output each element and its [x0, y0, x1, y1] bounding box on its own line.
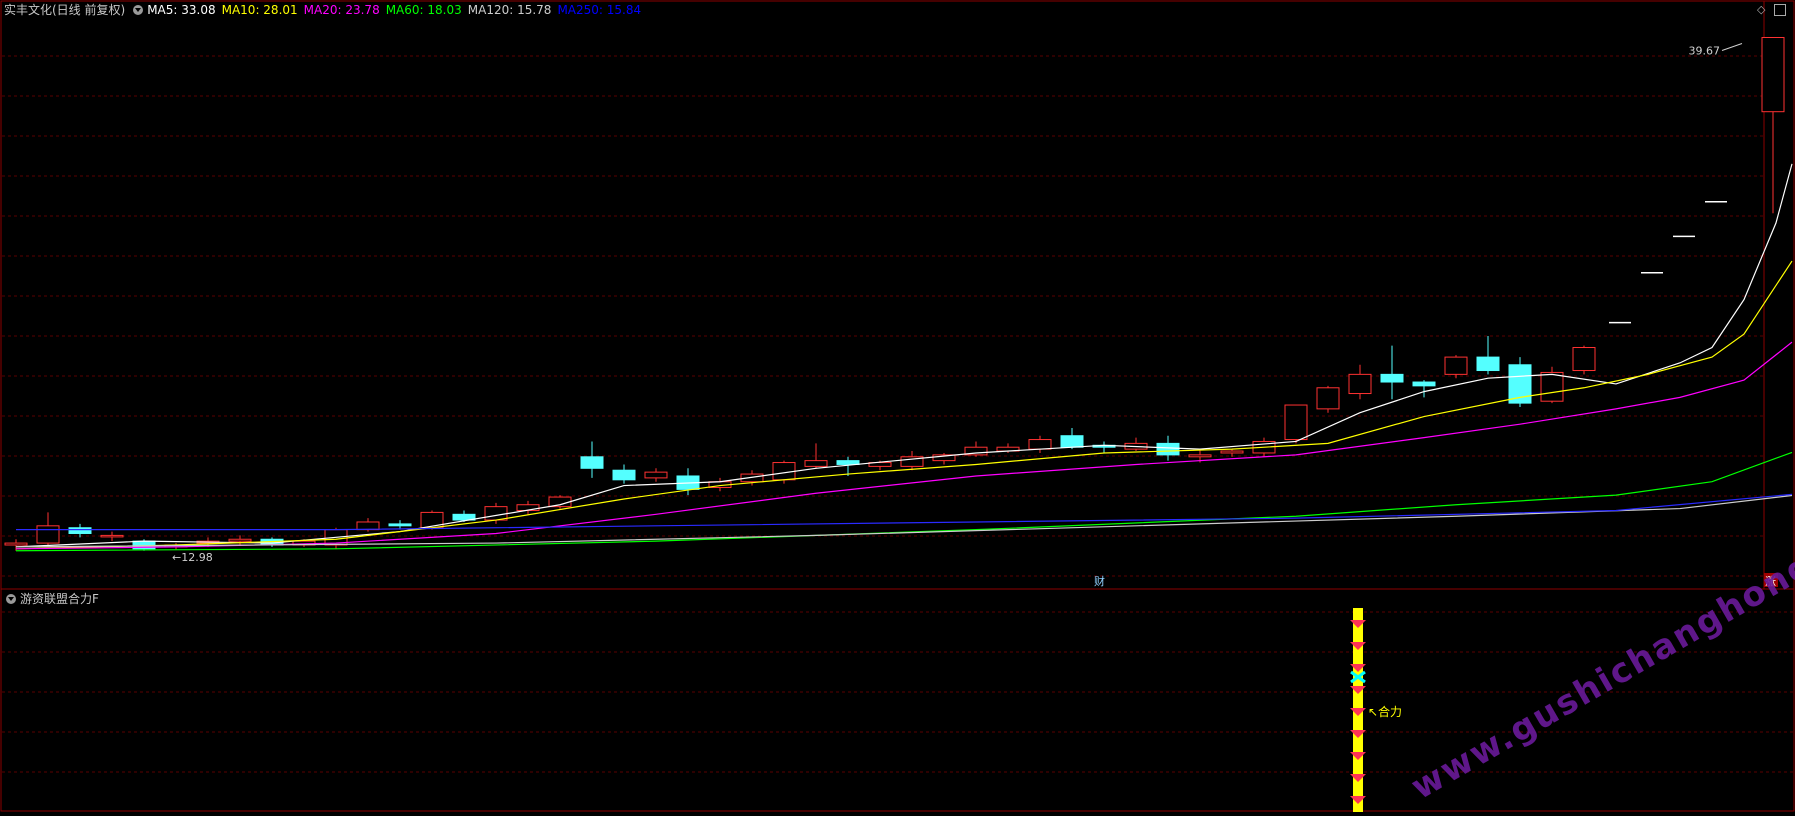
candle-up [1189, 455, 1211, 457]
diamond-icon[interactable]: ◇ [1757, 3, 1765, 16]
candle-up [229, 539, 251, 541]
signal-label: ↖合力 [1368, 704, 1402, 719]
signal-heart-icon [1350, 664, 1366, 672]
dropdown-icon[interactable] [133, 5, 143, 15]
candle-up [1573, 348, 1595, 371]
signal-heart-icon [1350, 774, 1366, 782]
signal-heart-icon [1350, 730, 1366, 738]
signal-heart-icon [1350, 686, 1366, 694]
candle-up [1445, 357, 1467, 374]
sub-panel-header: 游资联盟合力F [4, 590, 99, 607]
candle-up [357, 522, 379, 530]
candle-up [1317, 388, 1339, 409]
candle-up [1221, 451, 1243, 453]
high-arrow [1722, 43, 1742, 50]
ma-line-ma250 [16, 494, 1792, 529]
sub-panel-title: 游资联盟合力F [20, 592, 99, 606]
candle-up [101, 535, 123, 537]
candle-up [1029, 440, 1051, 450]
high-price-label: 39.67 [1689, 44, 1721, 57]
chart-stage: 39.67←12.98财涨↖合力www.gushichanghong.com [0, 0, 1795, 812]
candle-down [613, 470, 635, 480]
candle-up [1541, 372, 1563, 401]
candle-down [1061, 436, 1083, 448]
chart-header: 实丰文化(日线 前复权) MA5: 33.08 MA10: 28.01 MA20: 2… [4, 1, 647, 18]
candle-down [1381, 374, 1403, 382]
ma-line-ma5 [16, 164, 1792, 547]
stock-title: 实丰文化(日线 前复权) [4, 3, 125, 17]
candle-down [389, 524, 411, 526]
signal-heart-icon [1350, 752, 1366, 760]
ma-line-ma10 [16, 261, 1792, 549]
finance-marker: 财 [1094, 574, 1105, 588]
signal-heart-icon [1350, 796, 1366, 804]
ma10-label: MA10: 28.01 [222, 3, 298, 17]
candle-up [485, 507, 507, 520]
candle-down [581, 457, 603, 469]
watermark: www.gushichanghong.com [1405, 494, 1795, 807]
candle-up [1762, 37, 1784, 111]
maximize-icon[interactable] [1774, 4, 1786, 16]
candle-up [645, 472, 667, 478]
sub-dropdown-icon[interactable] [6, 594, 16, 604]
ma250-label: MA250: 15.84 [557, 3, 641, 17]
signal-heart-icon [1350, 708, 1366, 716]
signal-heart-icon [1350, 620, 1366, 628]
ma20-label: MA20: 23.78 [304, 3, 380, 17]
candle-up [1285, 405, 1307, 440]
candle-down [837, 461, 859, 465]
candle-down [1413, 382, 1435, 386]
price-chart[interactable]: 39.67←12.98财涨↖合力www.gushichanghong.com [0, 0, 1795, 812]
ma60-label: MA60: 18.03 [386, 3, 462, 17]
signal-heart-icon [1350, 642, 1366, 650]
candle-down [69, 528, 91, 534]
ma5-label: MA5: 33.08 [147, 3, 215, 17]
chart-frame [1, 1, 1794, 811]
candle-up [37, 526, 59, 543]
candle-up [805, 461, 827, 467]
candle-down [1477, 357, 1499, 370]
ma120-label: MA120: 15.78 [468, 3, 552, 17]
candle-up [5, 543, 27, 545]
candle-up [1349, 374, 1371, 393]
low-price-label: ←12.98 [172, 551, 213, 564]
candle-down [1157, 443, 1179, 455]
